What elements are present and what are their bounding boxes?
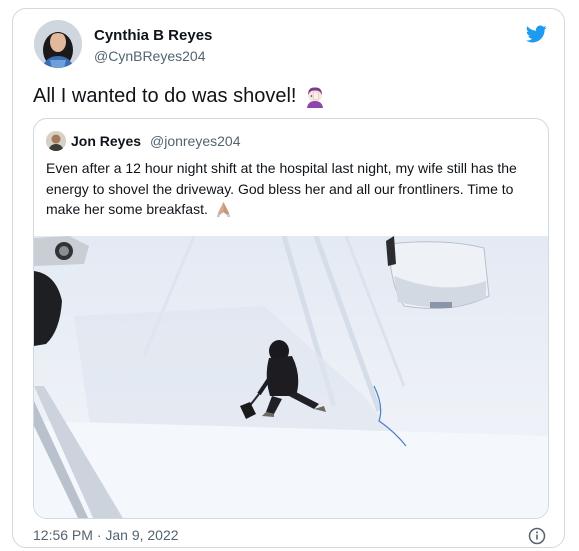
snowy-driveway-photo[interactable] [34, 236, 548, 518]
quoted-tweet[interactable]: Jon Reyes @jonreyes204 Even after a 12 h… [33, 118, 549, 519]
woman-facepalming-emoji-icon [307, 86, 324, 108]
author-avatar[interactable] [34, 20, 82, 68]
tweet-text-content: All I wanted to do was shovel! [33, 85, 297, 107]
twitter-bird-icon[interactable] [523, 23, 549, 45]
quoted-tweet-text: Even after a 12 hour night shift at the … [46, 158, 542, 220]
quoted-tweet-text-content: Even after a 12 hour night shift at the … [46, 160, 517, 217]
quoted-author-avatar[interactable] [46, 131, 66, 151]
info-icon[interactable] [528, 527, 546, 545]
tweet-text: All I wanted to do was shovel! [33, 85, 326, 108]
author-handle[interactable]: @CynBReyes204 [94, 48, 206, 64]
folded-hands-emoji-icon [216, 201, 230, 217]
quoted-author-name[interactable]: Jon Reyes [71, 133, 141, 149]
quoted-author-handle[interactable]: @jonreyes204 [150, 133, 241, 149]
embedded-tweet-card[interactable]: Cynthia B Reyes @CynBReyes204 All I want… [12, 8, 565, 548]
tweet-timestamp[interactable]: 12:56 PM · Jan 9, 2022 [33, 527, 179, 543]
author-name[interactable]: Cynthia B Reyes [94, 27, 212, 44]
